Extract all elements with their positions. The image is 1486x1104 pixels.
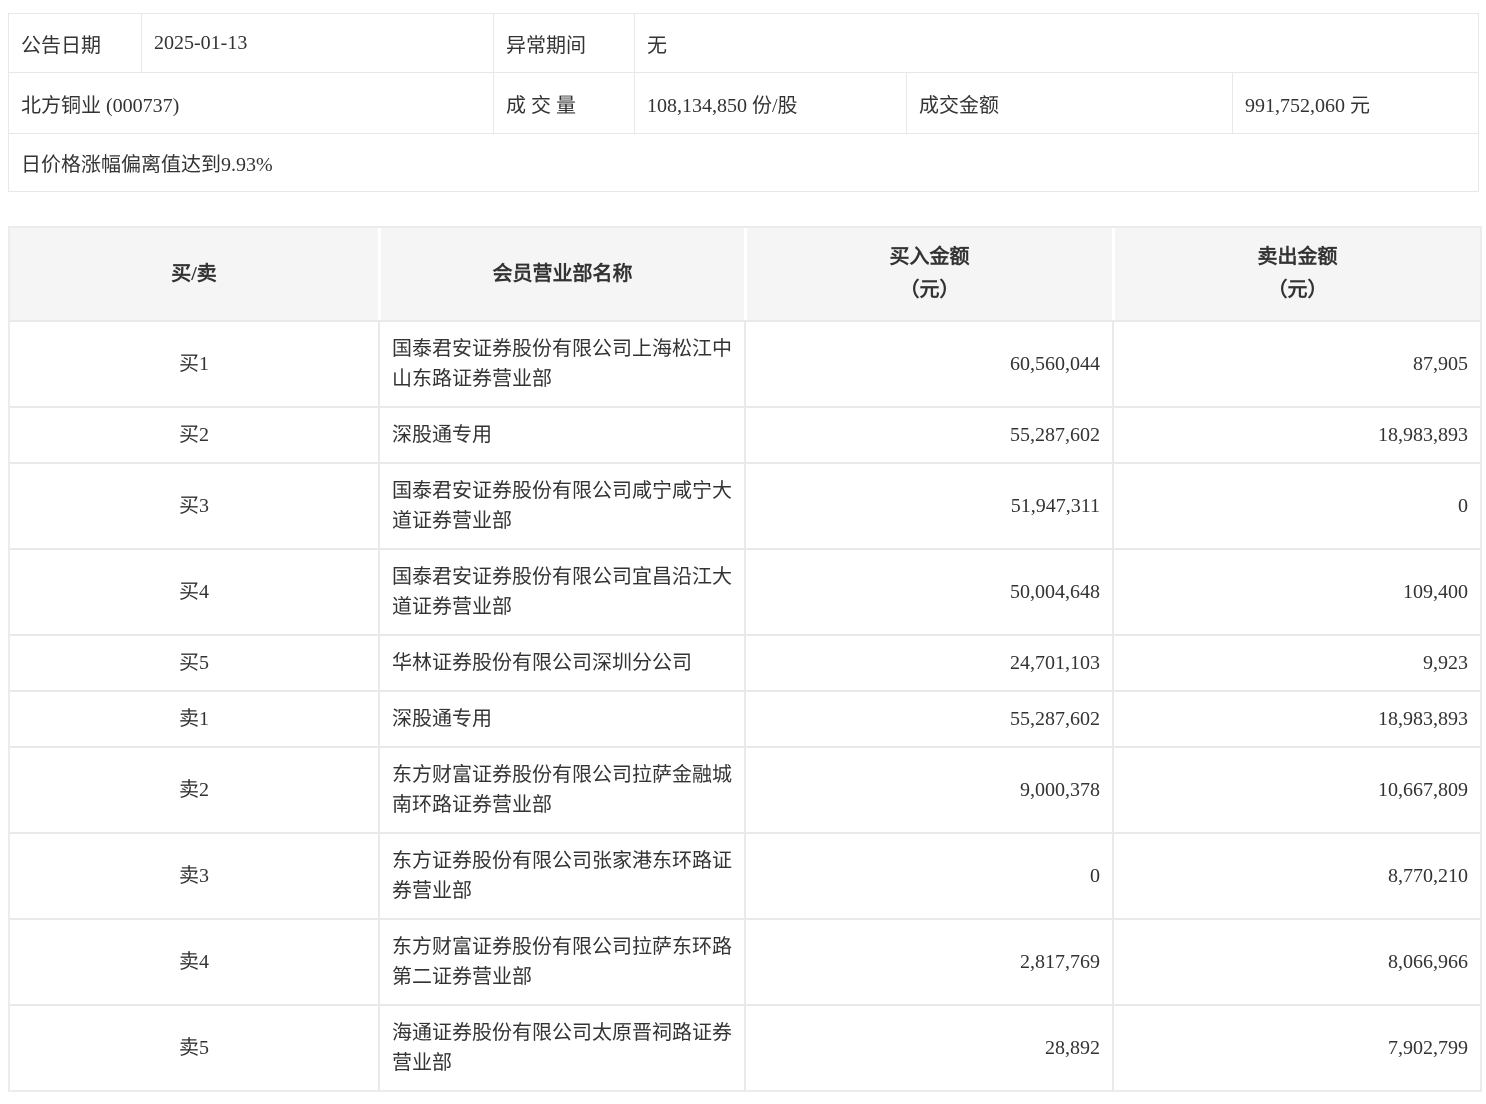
sell-amount-cell: 18,983,893	[1112, 690, 1480, 746]
buy-amount-cell: 0	[744, 832, 1112, 918]
abnormal-period-label: 异常期间	[494, 14, 635, 73]
header-side: 买/卖	[10, 228, 378, 320]
price-deviation-note: 日价格涨幅偏离值达到9.93%	[9, 134, 1479, 192]
buy-amount-cell: 51,947,311	[744, 462, 1112, 548]
buy-amount-cell: 60,560,044	[744, 320, 1112, 406]
table-row: 卖3 东方证券股份有限公司张家港东环路证券营业部 0 8,770,210	[10, 832, 1480, 918]
page: 公告日期 2025-01-13 异常期间 无 北方铜业 (000737) 成 交…	[0, 0, 1486, 1102]
side-cell: 买4	[10, 548, 378, 634]
header-row: 买/卖 会员营业部名称 买入金额 （元） 卖出金额 （元）	[10, 228, 1480, 320]
table-row: 卖5 海通证券股份有限公司太原晋祠路证券营业部 28,892 7,902,799	[10, 1004, 1480, 1090]
announcement-date-value: 2025-01-13	[142, 14, 494, 73]
side-cell: 买2	[10, 406, 378, 462]
side-cell: 卖4	[10, 918, 378, 1004]
abnormal-period-value: 无	[635, 14, 1479, 73]
sell-amount-cell: 10,667,809	[1112, 746, 1480, 832]
rank-table: 买/卖 会员营业部名称 买入金额 （元） 卖出金额 （元） 买1 国泰君安证券股…	[8, 226, 1482, 1092]
branch-cell: 海通证券股份有限公司太原晋祠路证券营业部	[378, 1004, 744, 1090]
sell-amount-cell: 7,902,799	[1112, 1004, 1480, 1090]
side-cell: 卖1	[10, 690, 378, 746]
table-row: 卖1 深股通专用 55,287,602 18,983,893	[10, 690, 1480, 746]
sell-amount-cell: 9,923	[1112, 634, 1480, 690]
branch-cell: 东方证券股份有限公司张家港东环路证券营业部	[378, 832, 744, 918]
info-table: 公告日期 2025-01-13 异常期间 无 北方铜业 (000737) 成 交…	[8, 13, 1479, 192]
branch-cell: 东方财富证券股份有限公司拉萨东环路第二证券营业部	[378, 918, 744, 1004]
side-cell: 买3	[10, 462, 378, 548]
buy-amount-cell: 55,287,602	[744, 406, 1112, 462]
header-buy-amount: 买入金额 （元）	[744, 228, 1112, 320]
turnover-value: 991,752,060 元	[1233, 73, 1479, 134]
table-row: 买3 国泰君安证券股份有限公司咸宁咸宁大道证券营业部 51,947,311 0	[10, 462, 1480, 548]
sell-amount-cell: 18,983,893	[1112, 406, 1480, 462]
table-row: 买2 深股通专用 55,287,602 18,983,893	[10, 406, 1480, 462]
sell-amount-cell: 87,905	[1112, 320, 1480, 406]
buy-amount-cell: 2,817,769	[744, 918, 1112, 1004]
buy-amount-cell: 50,004,648	[744, 548, 1112, 634]
branch-cell: 东方财富证券股份有限公司拉萨金融城南环路证券营业部	[378, 746, 744, 832]
volume-value: 108,134,850 份/股	[635, 73, 907, 134]
side-cell: 卖2	[10, 746, 378, 832]
buy-amount-cell: 9,000,378	[744, 746, 1112, 832]
table-row: 卖2 东方财富证券股份有限公司拉萨金融城南环路证券营业部 9,000,378 1…	[10, 746, 1480, 832]
buy-amount-cell: 28,892	[744, 1004, 1112, 1090]
announcement-date-label: 公告日期	[9, 14, 142, 73]
side-cell: 买5	[10, 634, 378, 690]
table-row: 买1 国泰君安证券股份有限公司上海松江中山东路证券营业部 60,560,044 …	[10, 320, 1480, 406]
sell-amount-cell: 8,770,210	[1112, 832, 1480, 918]
side-cell: 卖3	[10, 832, 378, 918]
table-row: 买4 国泰君安证券股份有限公司宜昌沿江大道证券营业部 50,004,648 10…	[10, 548, 1480, 634]
side-cell: 买1	[10, 320, 378, 406]
header-branch: 会员营业部名称	[378, 228, 744, 320]
sell-amount-cell: 109,400	[1112, 548, 1480, 634]
side-cell: 卖5	[10, 1004, 378, 1090]
branch-cell: 深股通专用	[378, 406, 744, 462]
sell-amount-cell: 0	[1112, 462, 1480, 548]
turnover-label: 成交金额	[907, 73, 1233, 134]
stock-name: 北方铜业 (000737)	[9, 73, 494, 134]
sell-amount-cell: 8,066,966	[1112, 918, 1480, 1004]
volume-label: 成 交 量	[494, 73, 635, 134]
branch-cell: 国泰君安证券股份有限公司宜昌沿江大道证券营业部	[378, 548, 744, 634]
buy-amount-cell: 55,287,602	[744, 690, 1112, 746]
branch-cell: 国泰君安证券股份有限公司咸宁咸宁大道证券营业部	[378, 462, 744, 548]
branch-cell: 深股通专用	[378, 690, 744, 746]
header-sell-amount: 卖出金额 （元）	[1112, 228, 1480, 320]
table-row: 买5 华林证券股份有限公司深圳分公司 24,701,103 9,923	[10, 634, 1480, 690]
buy-amount-cell: 24,701,103	[744, 634, 1112, 690]
spacer	[8, 192, 1478, 226]
branch-cell: 国泰君安证券股份有限公司上海松江中山东路证券营业部	[378, 320, 744, 406]
branch-cell: 华林证券股份有限公司深圳分公司	[378, 634, 744, 690]
table-row: 卖4 东方财富证券股份有限公司拉萨东环路第二证券营业部 2,817,769 8,…	[10, 918, 1480, 1004]
